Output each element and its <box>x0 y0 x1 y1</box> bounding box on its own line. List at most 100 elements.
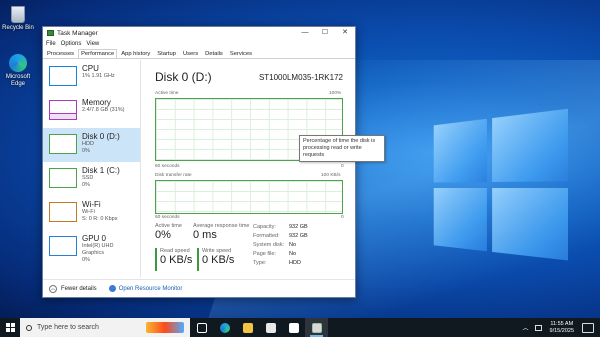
recycle-bin-label: Recycle Bin <box>2 25 34 31</box>
property-value: 932 GB <box>289 233 308 239</box>
edge-label: Microsoft Edge <box>5 74 31 87</box>
sidebar-item-disk0[interactable]: Disk 0 (D:) HDD 0% <box>43 128 140 162</box>
task-manager-icon <box>311 322 322 333</box>
sidebar-item-detail: HDD <box>82 141 94 147</box>
mail-icon <box>288 322 299 333</box>
property-value: HDD <box>289 260 301 266</box>
minimize-button[interactable]: — <box>295 27 315 39</box>
disk-title: Disk 0 (D:) <box>155 70 212 84</box>
notification-center-icon[interactable] <box>582 322 594 333</box>
sidebar-item-memory[interactable]: Memory 2.4/7.8 GB (31%) <box>43 94 140 128</box>
transfer-rate-axis-end: 0 <box>341 215 344 220</box>
tab-processes[interactable]: Processes <box>44 49 77 58</box>
active-time-stat: Active time 0% <box>155 223 182 241</box>
property-value: 932 GB <box>289 224 308 230</box>
task-manager-window: Task Manager — ☐ ✕ File Options View Pro… <box>42 26 385 298</box>
title-bar[interactable]: Task Manager — ☐ ✕ <box>43 27 355 39</box>
transfer-rate-max: 100 KB/s <box>321 173 341 178</box>
sidebar-item-name: GPU 0 <box>82 234 107 243</box>
taskbar: Type here to search ︿ 11:55 AM 9/15/2025 <box>0 318 600 337</box>
property-key: System disk: <box>253 242 285 248</box>
property-row: Capacity: 932 GB <box>253 223 308 232</box>
taskbar-file-explorer[interactable] <box>236 318 259 337</box>
edge-icon <box>219 322 230 333</box>
resource-monitor-icon <box>108 285 116 292</box>
taskbar-edge[interactable] <box>213 318 236 337</box>
sidebar-item-name: Wi-Fi <box>82 200 101 209</box>
search-placeholder: Type here to search <box>37 324 99 331</box>
tab-startup[interactable]: Startup <box>154 49 179 58</box>
property-row: System disk: No <box>253 241 308 250</box>
clock-date: 9/15/2025 <box>549 327 574 334</box>
disk0-thumbnail <box>49 134 77 154</box>
edge-shortcut[interactable]: Microsoft Edge <box>0 54 36 88</box>
sidebar-item-disk1[interactable]: Disk 1 (C:) SSD 0% <box>43 162 140 196</box>
sidebar-item-usage: 0% <box>82 148 90 154</box>
sidebar-item-wifi[interactable]: Wi-Fi Wi-Fi S: 0 R: 0 Kbps <box>43 196 140 230</box>
stat-value: 0 KB/s <box>160 254 193 266</box>
active-time-max: 100% <box>329 91 342 96</box>
menu-options[interactable]: Options <box>61 41 82 47</box>
tab-users[interactable]: Users <box>180 49 201 58</box>
disk-properties: Capacity: 932 GB Formatted: 932 GB System … <box>253 223 308 268</box>
stat-value: 0% <box>155 229 171 241</box>
tab-app-history[interactable]: App history <box>118 49 153 58</box>
store-icon <box>265 322 276 333</box>
active-time-label: Active time <box>155 91 179 96</box>
search-highlight-image <box>146 322 184 333</box>
avg-response-stat: Average response time 0 ms <box>193 223 249 241</box>
property-value: No <box>289 242 297 248</box>
chevron-up-icon[interactable]: ︿ <box>49 284 57 293</box>
task-view-button[interactable] <box>190 318 213 337</box>
property-value: No <box>289 251 297 257</box>
sidebar-item-name: Disk 0 (D:) <box>82 132 120 141</box>
windows-logo-wallpaper <box>433 108 569 268</box>
taskbar-search-box[interactable]: Type here to search <box>20 318 190 337</box>
open-resource-monitor-link[interactable]: Open Resource Monitor <box>119 286 183 292</box>
search-icon <box>26 324 32 331</box>
sidebar-item-name: Memory <box>82 98 111 107</box>
transfer-rate-label: Disk transfer rate <box>155 173 192 178</box>
taskbar-store[interactable] <box>259 318 282 337</box>
stat-value: 0 KB/s <box>202 254 235 266</box>
clock[interactable]: 11:55 AM 9/15/2025 <box>550 321 574 335</box>
tab-details[interactable]: Details <box>202 49 226 58</box>
clock-time: 11:55 AM <box>550 320 574 327</box>
property-row: Formatted: 932 GB <box>253 232 308 241</box>
close-button[interactable]: ✕ <box>335 27 355 39</box>
show-hidden-icons-icon[interactable]: ︿ <box>523 323 529 332</box>
taskbar-task-manager[interactable] <box>305 318 328 337</box>
sidebar-item-detail: 2.4/7.8 GB (31%) <box>82 107 125 113</box>
recycle-bin-shortcut[interactable]: Recycle Bin <box>0 6 36 32</box>
disk1-thumbnail <box>49 168 77 188</box>
memory-thumbnail <box>49 100 77 120</box>
active-time-axis-start: 60 seconds <box>155 164 180 169</box>
tab-performance[interactable]: Performance <box>78 49 118 58</box>
tab-services[interactable]: Services <box>227 49 255 58</box>
maximize-button[interactable]: ☐ <box>315 27 335 39</box>
edge-icon <box>9 54 27 72</box>
window-footer: ︿ Fewer details Open Resource Monitor <box>43 279 355 297</box>
transfer-rate-axis-start: 60 seconds <box>155 215 180 220</box>
file-explorer-icon <box>242 322 253 333</box>
fewer-details-link[interactable]: Fewer details <box>61 286 97 292</box>
resource-sidebar: CPU 1% 1.91 GHz Memory 2.4/7.8 GB (31%) … <box>43 60 141 278</box>
sidebar-item-gpu[interactable]: GPU 0 Intel(R) UHD Graphics 0% <box>43 230 140 264</box>
task-manager-icon <box>47 30 54 36</box>
menu-bar: File Options View <box>43 39 355 49</box>
sidebar-item-name: Disk 1 (C:) <box>82 166 120 175</box>
sidebar-item-cpu[interactable]: CPU 1% 1.91 GHz <box>43 60 140 94</box>
menu-view[interactable]: View <box>86 41 99 47</box>
disk-model: ST1000LM035-1RK172 <box>258 73 343 82</box>
sidebar-item-usage: 0% <box>82 182 90 188</box>
start-button[interactable] <box>0 318 20 337</box>
sidebar-item-usage: 0% <box>82 257 90 263</box>
sidebar-item-detail: Intel(R) UHD Graphics <box>82 243 114 256</box>
sidebar-item-detail: Wi-Fi <box>82 209 95 215</box>
taskbar-mail[interactable] <box>282 318 305 337</box>
transfer-rate-graph <box>155 180 343 214</box>
network-icon[interactable] <box>534 324 542 331</box>
menu-file[interactable]: File <box>46 41 56 47</box>
wifi-thumbnail <box>49 202 77 222</box>
property-key: Type: <box>253 260 267 266</box>
